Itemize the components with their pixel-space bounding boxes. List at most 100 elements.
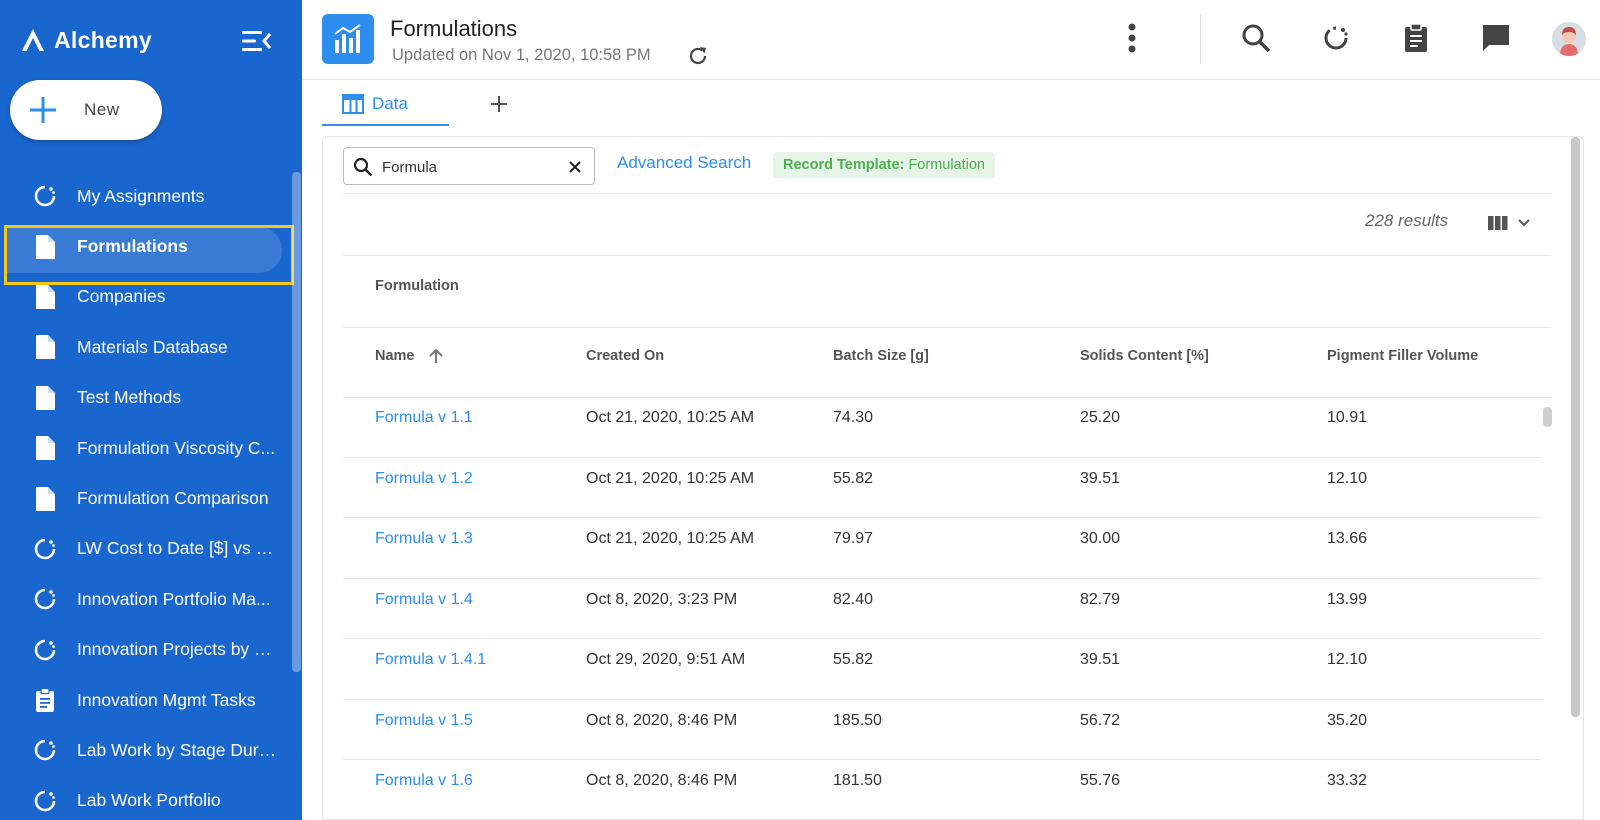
column-header-created-on[interactable]: Created On — [586, 348, 664, 364]
panel-scrollbar[interactable] — [1571, 137, 1580, 717]
formula-link[interactable]: Formula v 1.4.1 — [375, 651, 486, 669]
sidebar-item-my-assignments[interactable]: My Assignments — [0, 171, 290, 221]
sidebar-item-materials-database[interactable]: Materials Database — [0, 322, 290, 372]
clipboard-icon[interactable] — [1398, 20, 1434, 56]
chat-icon[interactable] — [1478, 20, 1514, 56]
cell-created-on: Oct 8, 2020, 8:46 PM — [586, 772, 738, 789]
sidebar-item-label: Materials Database — [77, 336, 228, 357]
brand[interactable]: Alchemy — [20, 24, 152, 56]
sidebar-item-label: Test Methods — [77, 387, 182, 408]
cell-created-on: Oct 29, 2020, 9:51 AM — [586, 651, 746, 668]
arrow-up-icon[interactable] — [427, 347, 445, 365]
table-row[interactable]: Formula v 1.4 Oct 8, 2020, 3:23 PM 82.40 82… — [343, 579, 1541, 639]
formula-link[interactable]: Formula v 1.6 — [375, 772, 473, 790]
loading-circle-icon[interactable] — [1318, 20, 1354, 56]
column-header-solids-content[interactable]: Solids Content [%] — [1080, 348, 1209, 364]
search-box — [343, 147, 595, 185]
sidebar-item-innovation-mgmt-tasks[interactable]: Innovation Mgmt Tasks — [0, 675, 290, 725]
cell-batch-size: 74.30 — [833, 409, 874, 426]
cell-created-on: Oct 21, 2020, 10:25 AM — [586, 530, 755, 547]
column-header-batch-size[interactable]: Batch Size [g] — [833, 348, 929, 364]
new-button[interactable]: New — [10, 80, 162, 140]
cell-pigment-filler-volume: 35.20 — [1327, 711, 1368, 729]
table-row[interactable]: Formula v 1.2 Oct 21, 2020, 10:25 AM 55.82… — [343, 458, 1541, 518]
sidebar-item-lw-cost-to-date-vs-e[interactable]: LW Cost to Date [$] vs E... — [0, 524, 290, 574]
divider — [343, 327, 1551, 328]
sidebar-item-label: Innovation Projects by L... — [77, 639, 277, 660]
columns-icon — [1488, 216, 1508, 230]
sidebar-scrollbar[interactable] — [292, 172, 301, 672]
table-row[interactable]: Formula v 1.6 Oct 8, 2020, 8:46 PM 181.50 5… — [343, 760, 1541, 820]
add-tab-button[interactable] — [485, 90, 513, 118]
table-icon — [342, 94, 364, 114]
column-header-name[interactable]: Name — [375, 348, 415, 364]
sidebar-item-label: Innovation Portfolio Ma... — [77, 588, 271, 609]
table-scrollbar[interactable] — [1543, 407, 1552, 427]
sidebar-item-formulations[interactable]: Formulations — [0, 221, 294, 286]
formula-link[interactable]: Formula v 1.4 — [375, 591, 473, 609]
column-settings-button[interactable] — [1487, 211, 1537, 235]
cell-solids-content: 39.51 — [1080, 651, 1121, 668]
cell-created-on: Oct 21, 2020, 10:25 AM — [586, 469, 755, 487]
cell-batch-size: 55.82 — [833, 651, 874, 668]
loading-circle-icon — [32, 637, 58, 663]
loading-circle-icon — [32, 586, 58, 612]
table-row[interactable]: Formula v 1.3 Oct 21, 2020, 10:25 AM 79.97… — [343, 518, 1541, 579]
sidebar-item-test-methods[interactable]: Test Methods — [0, 373, 290, 423]
sidebar-item-innovation-portfolio-ma[interactable]: Innovation Portfolio Ma... — [0, 574, 290, 624]
cell-solids-content: 25.20 — [1080, 409, 1121, 426]
sidebar-item-innovation-projects-by-l[interactable]: Innovation Projects by L... — [0, 625, 290, 675]
advanced-search-link[interactable]: Advanced Search — [617, 153, 751, 173]
cell-solids-content: 39.51 — [1080, 469, 1121, 487]
sidebar-item-label: Formulation Viscosity C... — [77, 437, 276, 458]
document-icon — [32, 234, 58, 260]
formula-link[interactable]: Formula v 1.5 — [375, 712, 473, 730]
sidebar-item-label: Lab Work by Stage Dura... — [77, 739, 277, 760]
close-icon[interactable] — [566, 158, 584, 176]
table-body: Formula v 1.1 Oct 21, 2020, 10:25 AM 74.30… — [343, 397, 1541, 820]
sidebar-item-label: Formulation Comparison — [77, 488, 269, 509]
document-icon — [32, 486, 58, 512]
document-icon — [32, 435, 58, 461]
collapse-menu-icon[interactable] — [240, 28, 272, 54]
sidebar-item-formulation-viscosity-c[interactable]: Formulation Viscosity C... — [0, 423, 290, 473]
table-row[interactable]: Formula v 1.5 Oct 8, 2020, 8:46 PM 185.50 5… — [343, 700, 1541, 760]
sidebar-item-label: Lab Work Portfolio — [77, 790, 221, 811]
cell-created-on: Oct 21, 2020, 10:25 AM — [586, 409, 755, 426]
search-input[interactable] — [382, 154, 562, 180]
formula-link[interactable]: Formula v 1.3 — [375, 530, 473, 548]
sidebar-item-lab-work-by-stage-dura[interactable]: Lab Work by Stage Dura... — [0, 725, 290, 775]
cell-pigment-filler-volume: 13.99 — [1327, 590, 1368, 608]
cell-pigment-filler-volume: 33.32 — [1327, 772, 1368, 789]
column-header-pigment-filler-volume[interactable]: Pigment Filler Volume — [1327, 348, 1478, 364]
column-group-label: Formulation — [375, 278, 459, 294]
sidebar-item-formulation-comparison[interactable]: Formulation Comparison — [0, 473, 290, 523]
formula-link[interactable]: Formula v 1.1 — [375, 409, 473, 427]
avatar[interactable] — [1552, 22, 1586, 56]
table-row[interactable]: Formula v 1.1 Oct 21, 2020, 10:25 AM 74.30… — [343, 397, 1541, 458]
header-divider — [1200, 14, 1201, 64]
search-icon[interactable] — [1238, 20, 1274, 56]
sidebar-item-companies[interactable]: Companies — [0, 272, 290, 322]
cell-pigment-filler-volume: 12.10 — [1327, 469, 1368, 487]
search-icon — [353, 157, 373, 177]
cell-batch-size: 181.50 — [833, 772, 882, 789]
more-options-icon[interactable] — [1114, 20, 1150, 56]
new-button-label: New — [84, 100, 120, 119]
refresh-icon[interactable] — [686, 44, 710, 68]
tab-data[interactable]: Data — [322, 84, 449, 126]
cell-pigment-filler-volume: 13.66 — [1327, 530, 1368, 547]
cell-batch-size: 79.97 — [833, 530, 874, 547]
data-panel: Advanced Search Record Template: Formula… — [322, 136, 1584, 820]
record-template-chip[interactable]: Record Template: Formulation — [773, 152, 995, 178]
sidebar-item-label: Formulations — [77, 236, 188, 257]
sidebar-item-label: Companies — [77, 286, 166, 307]
sidebar-item-lab-work-portfolio[interactable]: Lab Work Portfolio — [0, 776, 290, 820]
plus-icon — [491, 96, 507, 112]
sidebar-item-label: My Assignments — [77, 185, 205, 206]
table-row[interactable]: Formula v 1.4.1 Oct 29, 2020, 9:51 AM 55.8… — [343, 639, 1541, 700]
sidebar-item-label: Innovation Mgmt Tasks — [77, 689, 256, 710]
results-count: 228 results — [1365, 211, 1449, 230]
formula-link[interactable]: Formula v 1.2 — [375, 470, 473, 488]
loading-circle-icon — [32, 536, 58, 562]
